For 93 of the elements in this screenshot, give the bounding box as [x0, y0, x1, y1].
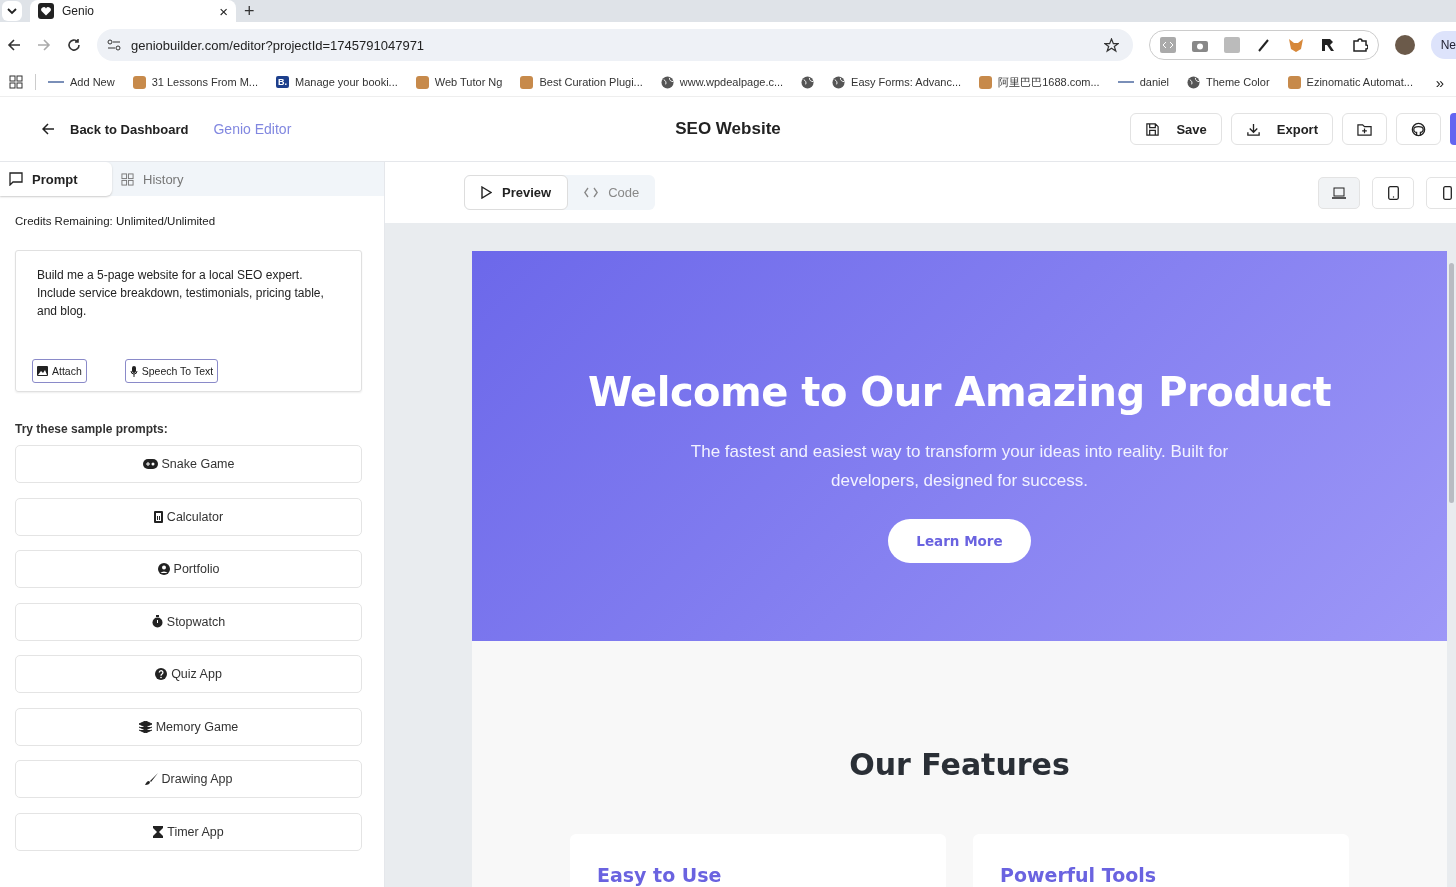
tablet-icon: [1387, 185, 1399, 200]
folder-plus-icon: [1357, 121, 1372, 137]
sample-prompt-button[interactable]: Stopwatch: [15, 602, 362, 641]
phone-icon: [1442, 185, 1452, 200]
bookmark[interactable]: Ezinomatic Automat...: [1287, 75, 1413, 89]
grid-icon: [121, 172, 134, 186]
panel-tab[interactable]: History: [112, 162, 224, 196]
logo-icon: [415, 75, 429, 89]
hero-title: Welcome to Our Amazing Product: [587, 369, 1332, 415]
feature-card: Easy to Use: [570, 834, 946, 887]
tablet-view-button[interactable]: [1372, 176, 1414, 209]
chat-icon: [9, 172, 23, 186]
logo-icon: [520, 75, 534, 89]
logo-icon: B.: [276, 76, 289, 88]
attach-button[interactable]: Attach: [32, 359, 87, 383]
globe-icon: [1187, 75, 1200, 89]
publish-button[interactable]: [1450, 113, 1456, 145]
chevron-down-icon: [7, 6, 17, 16]
github-button[interactable]: [1396, 113, 1441, 145]
play-icon: [481, 186, 492, 199]
phone-view-button[interactable]: [1426, 176, 1456, 209]
microphone-icon: [129, 365, 138, 377]
calculator-icon: [153, 510, 163, 523]
toolbar-button[interactable]: Export: [1230, 113, 1333, 145]
sample-prompt-button[interactable]: Portfolio: [15, 550, 362, 588]
more-bookmarks-button[interactable]: »: [1435, 73, 1444, 91]
learn-more-button[interactable]: Learn More: [888, 519, 1031, 563]
logo-icon: [132, 75, 146, 89]
new-tab-button[interactable]: +: [244, 0, 255, 22]
sample-prompt-button[interactable]: Drawing App: [15, 760, 362, 798]
credits-text: Credits Remaining: Unlimited/Unlimited: [15, 215, 217, 227]
bookmark[interactable]: 31 Lessons From M...: [132, 75, 258, 89]
bookmark[interactable]: www.wpdealpage.c...: [660, 75, 784, 89]
brand-name: Genio Editor: [213, 121, 292, 137]
bookmark[interactable]: Easy Forms: Advanc...: [832, 75, 962, 89]
sample-prompt-button[interactable]: Timer App: [15, 812, 362, 851]
question-icon: [155, 668, 168, 680]
site-settings-icon[interactable]: [107, 39, 121, 51]
stopwatch-icon: [151, 615, 163, 628]
section-title: Try these sample prompts:: [15, 422, 169, 436]
hero-text: The fastest and easiest way to transform your ideas into reality. Built for developers, designed for success.: [689, 441, 1230, 492]
user-icon: [157, 563, 170, 575]
section-heading: Our Features: [849, 747, 1070, 782]
image-icon: [37, 366, 48, 376]
hourglass-icon: [153, 825, 164, 838]
sample-prompt-button[interactable]: Calculator: [15, 497, 362, 536]
back-arrow-icon: [42, 123, 55, 135]
reload-icon[interactable]: [67, 38, 81, 52]
toolbar-button[interactable]: Save: [1130, 113, 1222, 145]
avatar[interactable]: [1394, 35, 1415, 55]
bookmark[interactable]: Best Curation Plugi...: [520, 75, 643, 89]
gamepad-icon: [142, 459, 158, 469]
apps-icon[interactable]: [9, 75, 23, 89]
panel-tab[interactable]: Prompt: [0, 162, 112, 196]
address-bar[interactable]: geniobuilder.com/editor?projectId=1745791047971: [97, 29, 1133, 61]
puzzle-icon[interactable]: [1351, 37, 1368, 53]
sample-prompt-button[interactable]: Memory Game: [15, 707, 362, 746]
tab-list-button[interactable]: [2, 1, 22, 21]
logo-icon: [979, 75, 993, 89]
logo-icon: [1287, 75, 1301, 89]
feature-card: Powerful Tools: [973, 834, 1349, 887]
bookmark[interactable]: Add New: [48, 76, 115, 88]
tab-title: Genio: [62, 4, 96, 18]
globe-icon: [801, 75, 815, 89]
layers-icon: [138, 720, 152, 733]
back-link[interactable]: Back to Dashboard: [42, 121, 189, 137]
folder-button[interactable]: [1342, 113, 1387, 145]
bookmark[interactable]: B. Manage your booki...: [276, 76, 398, 88]
speech-button[interactable]: Speech To Text: [124, 359, 219, 383]
camera-icon[interactable]: [1191, 38, 1208, 52]
laptop-icon: [1332, 186, 1346, 199]
view-tab[interactable]: Preview: [464, 175, 569, 210]
project-title: SEO Website: [675, 119, 781, 139]
laptop-view-button[interactable]: [1318, 176, 1360, 209]
globe-icon: [832, 75, 846, 89]
prompt-field[interactable]: Build me a 5-page website for a local SEO expert. Include service breakdown, testimonials, pricing table, and blog. Attach Speech To Text: [15, 250, 362, 392]
scrollbar[interactable]: [1449, 263, 1454, 503]
download-icon: [1245, 121, 1261, 137]
browser-tab[interactable]: Genio ×: [30, 0, 236, 22]
sample-prompt-button[interactable]: Snake Game: [15, 445, 362, 483]
fox-icon[interactable]: [1287, 37, 1304, 53]
bookmark[interactable]: Theme Color: [1187, 75, 1270, 89]
new-chrome-button[interactable]: Ne: [1430, 31, 1456, 59]
bookmark[interactable]: Web Tutor Ng: [415, 75, 503, 89]
close-tab-button[interactable]: ×: [219, 2, 228, 20]
bookmark[interactable]: [801, 75, 815, 89]
sample-prompt-button[interactable]: Quiz App: [15, 655, 362, 693]
bookmark[interactable]: 阿里巴巴1688.com...: [979, 74, 1100, 90]
globe-icon: [660, 75, 674, 89]
code-icon: [584, 187, 599, 198]
back-icon[interactable]: [7, 38, 21, 52]
star-icon[interactable]: [1103, 37, 1119, 53]
bookmark[interactable]: daniel: [1117, 76, 1169, 88]
